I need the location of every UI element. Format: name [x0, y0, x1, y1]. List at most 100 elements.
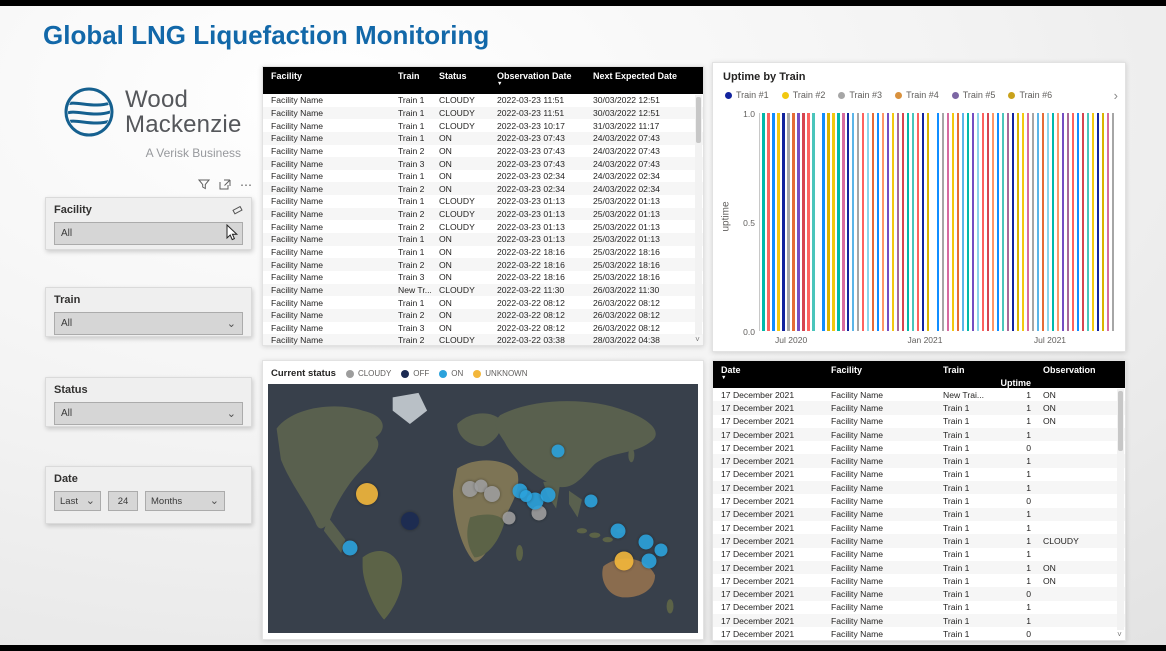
uptime-bar[interactable]: [1072, 113, 1074, 331]
uptime-bar[interactable]: [897, 113, 899, 331]
column-header-uptime[interactable]: Uptime: [997, 361, 1035, 388]
uptime-bar[interactable]: [942, 113, 944, 331]
uptime-bar[interactable]: [1052, 113, 1054, 331]
column-header-facility[interactable]: Facility: [263, 67, 390, 94]
uptime-bar[interactable]: [797, 113, 799, 331]
table-row[interactable]: 17 December 2021Facility NameTrain 11ON: [713, 561, 1125, 574]
facility-map-dot[interactable]: [641, 553, 656, 568]
table-row[interactable]: 17 December 2021Facility NameNew Trai...…: [713, 388, 1125, 401]
uptime-bar[interactable]: [777, 113, 779, 331]
legend-item[interactable]: Train #2: [782, 90, 826, 100]
uptime-bar[interactable]: [1032, 113, 1034, 331]
uptime-bar[interactable]: [862, 113, 864, 331]
map-legend-item[interactable]: CLOUDY: [346, 369, 391, 378]
uptime-bar[interactable]: [802, 113, 804, 331]
train-dropdown[interactable]: All ⌄: [54, 312, 243, 335]
table-row[interactable]: Facility NameTrain 1ON2022-03-23 01:1325…: [263, 233, 703, 246]
uptime-bar[interactable]: [807, 113, 809, 331]
table-row[interactable]: 17 December 2021Facility NameTrain 11: [713, 454, 1125, 467]
table-row[interactable]: Facility NameTrain 1CLOUDY2022-03-23 11:…: [263, 107, 703, 120]
uptime-bar[interactable]: [952, 113, 954, 331]
scroll-down-icon[interactable]: ˅: [1115, 631, 1124, 639]
table-row[interactable]: Facility NameTrain 1CLOUDY2022-03-23 11:…: [263, 94, 703, 107]
facility-map-dot[interactable]: [401, 512, 419, 530]
legend-item[interactable]: Train #5: [952, 90, 996, 100]
uptime-bar[interactable]: [857, 113, 859, 331]
uptime-bar[interactable]: [922, 113, 924, 331]
date-count-input[interactable]: 24: [108, 491, 138, 511]
uptime-bar[interactable]: [1007, 113, 1009, 331]
table-row[interactable]: 17 December 2021Facility NameTrain 11: [713, 481, 1125, 494]
column-header-observation-date[interactable]: Observation Date▼: [489, 67, 585, 94]
table-row[interactable]: 17 December 2021Facility NameTrain 11ON: [713, 415, 1125, 428]
uptime-bar[interactable]: [927, 113, 929, 331]
table-row[interactable]: 17 December 2021Facility NameTrain 11ON: [713, 401, 1125, 414]
scroll-down-icon[interactable]: ˅: [693, 336, 702, 344]
uptime-bar[interactable]: [772, 113, 774, 331]
table-row[interactable]: Facility NameTrain 3ON2022-03-22 08:1226…: [263, 322, 703, 335]
facility-map-dot[interactable]: [540, 487, 555, 502]
facility-map-dot[interactable]: [356, 483, 378, 505]
table-row[interactable]: Facility NameTrain 1ON2022-03-22 18:1625…: [263, 246, 703, 259]
uptime-bar[interactable]: [882, 113, 884, 331]
map-legend-item[interactable]: UNKNOWN: [473, 369, 527, 378]
uptime-bar[interactable]: [967, 113, 969, 331]
uptime-bar[interactable]: [852, 113, 854, 331]
column-header-next-expected-date[interactable]: Next Expected Date: [585, 67, 689, 94]
uptime-bar[interactable]: [902, 113, 904, 331]
legend-more-icon[interactable]: ›: [1114, 88, 1118, 103]
more-options-icon[interactable]: ⋯: [240, 181, 252, 189]
facility-map-dot[interactable]: [552, 445, 565, 458]
uptime-bar[interactable]: [847, 113, 849, 331]
map-legend-item[interactable]: OFF: [401, 369, 429, 378]
uptime-bar[interactable]: [1102, 113, 1104, 331]
scrollbar-thumb[interactable]: [1118, 391, 1123, 451]
table-row[interactable]: Facility NameTrain 3ON2022-03-23 07:4324…: [263, 157, 703, 170]
table-row[interactable]: Facility NameTrain 1ON2022-03-23 07:4324…: [263, 132, 703, 145]
column-header-train[interactable]: Train: [390, 67, 431, 94]
table-row[interactable]: Facility NameTrain 2ON2022-03-22 18:1625…: [263, 258, 703, 271]
column-header-observation[interactable]: Observation: [1035, 361, 1115, 388]
uptime-bar[interactable]: [997, 113, 999, 331]
uptime-bar[interactable]: [787, 113, 789, 331]
uptime-bar[interactable]: [872, 113, 874, 331]
uptime-bar[interactable]: [977, 113, 979, 331]
uptime-bar[interactable]: [912, 113, 914, 331]
uptime-bar[interactable]: [762, 113, 764, 331]
facility-map-dot[interactable]: [611, 523, 626, 538]
uptime-bar[interactable]: [1012, 113, 1014, 331]
uptime-bar[interactable]: [1057, 113, 1059, 331]
facility-dropdown[interactable]: All ⌄: [54, 222, 243, 245]
uptime-bar[interactable]: [1077, 113, 1079, 331]
uptime-bar[interactable]: [822, 113, 824, 331]
uptime-bar[interactable]: [1042, 113, 1044, 331]
uptime-bar[interactable]: [832, 113, 834, 331]
table-row[interactable]: 17 December 2021Facility NameTrain 10: [713, 627, 1125, 640]
table-row[interactable]: Facility NameTrain 1ON2022-03-22 08:1226…: [263, 296, 703, 309]
table-row[interactable]: 17 December 2021Facility NameTrain 11: [713, 548, 1125, 561]
uptime-bar[interactable]: [992, 113, 994, 331]
table-row[interactable]: Facility NameTrain 2ON2022-03-23 02:3424…: [263, 182, 703, 195]
table-row[interactable]: 17 December 2021Facility NameTrain 10: [713, 587, 1125, 600]
scrollbar-thumb[interactable]: [696, 97, 701, 143]
table-row[interactable]: 17 December 2021Facility NameTrain 10: [713, 441, 1125, 454]
uptime-bar[interactable]: [1097, 113, 1099, 331]
uptime-bar[interactable]: [1022, 113, 1024, 331]
uptime-bar[interactable]: [917, 113, 919, 331]
date-unit-dropdown[interactable]: Months ⌄: [145, 491, 225, 511]
uptime-bar[interactable]: [1082, 113, 1084, 331]
uptime-bar[interactable]: [842, 113, 844, 331]
table-row[interactable]: 17 December 2021Facility NameTrain 11: [713, 508, 1125, 521]
uptime-bar[interactable]: [1092, 113, 1094, 331]
world-map[interactable]: [268, 384, 698, 633]
uptime-bar[interactable]: [972, 113, 974, 331]
table-row[interactable]: 17 December 2021Facility NameTrain 10: [713, 494, 1125, 507]
filter-funnel-icon[interactable]: [198, 179, 210, 190]
uptime-bar[interactable]: [792, 113, 794, 331]
uptime-bar[interactable]: [1107, 113, 1109, 331]
table-row[interactable]: 17 December 2021Facility NameTrain 11: [713, 428, 1125, 441]
status-dropdown[interactable]: All ⌄: [54, 402, 243, 425]
uptime-bar[interactable]: [1067, 113, 1069, 331]
uptime-bar[interactable]: [1037, 113, 1039, 331]
table-row[interactable]: 17 December 2021Facility NameTrain 11: [713, 521, 1125, 534]
